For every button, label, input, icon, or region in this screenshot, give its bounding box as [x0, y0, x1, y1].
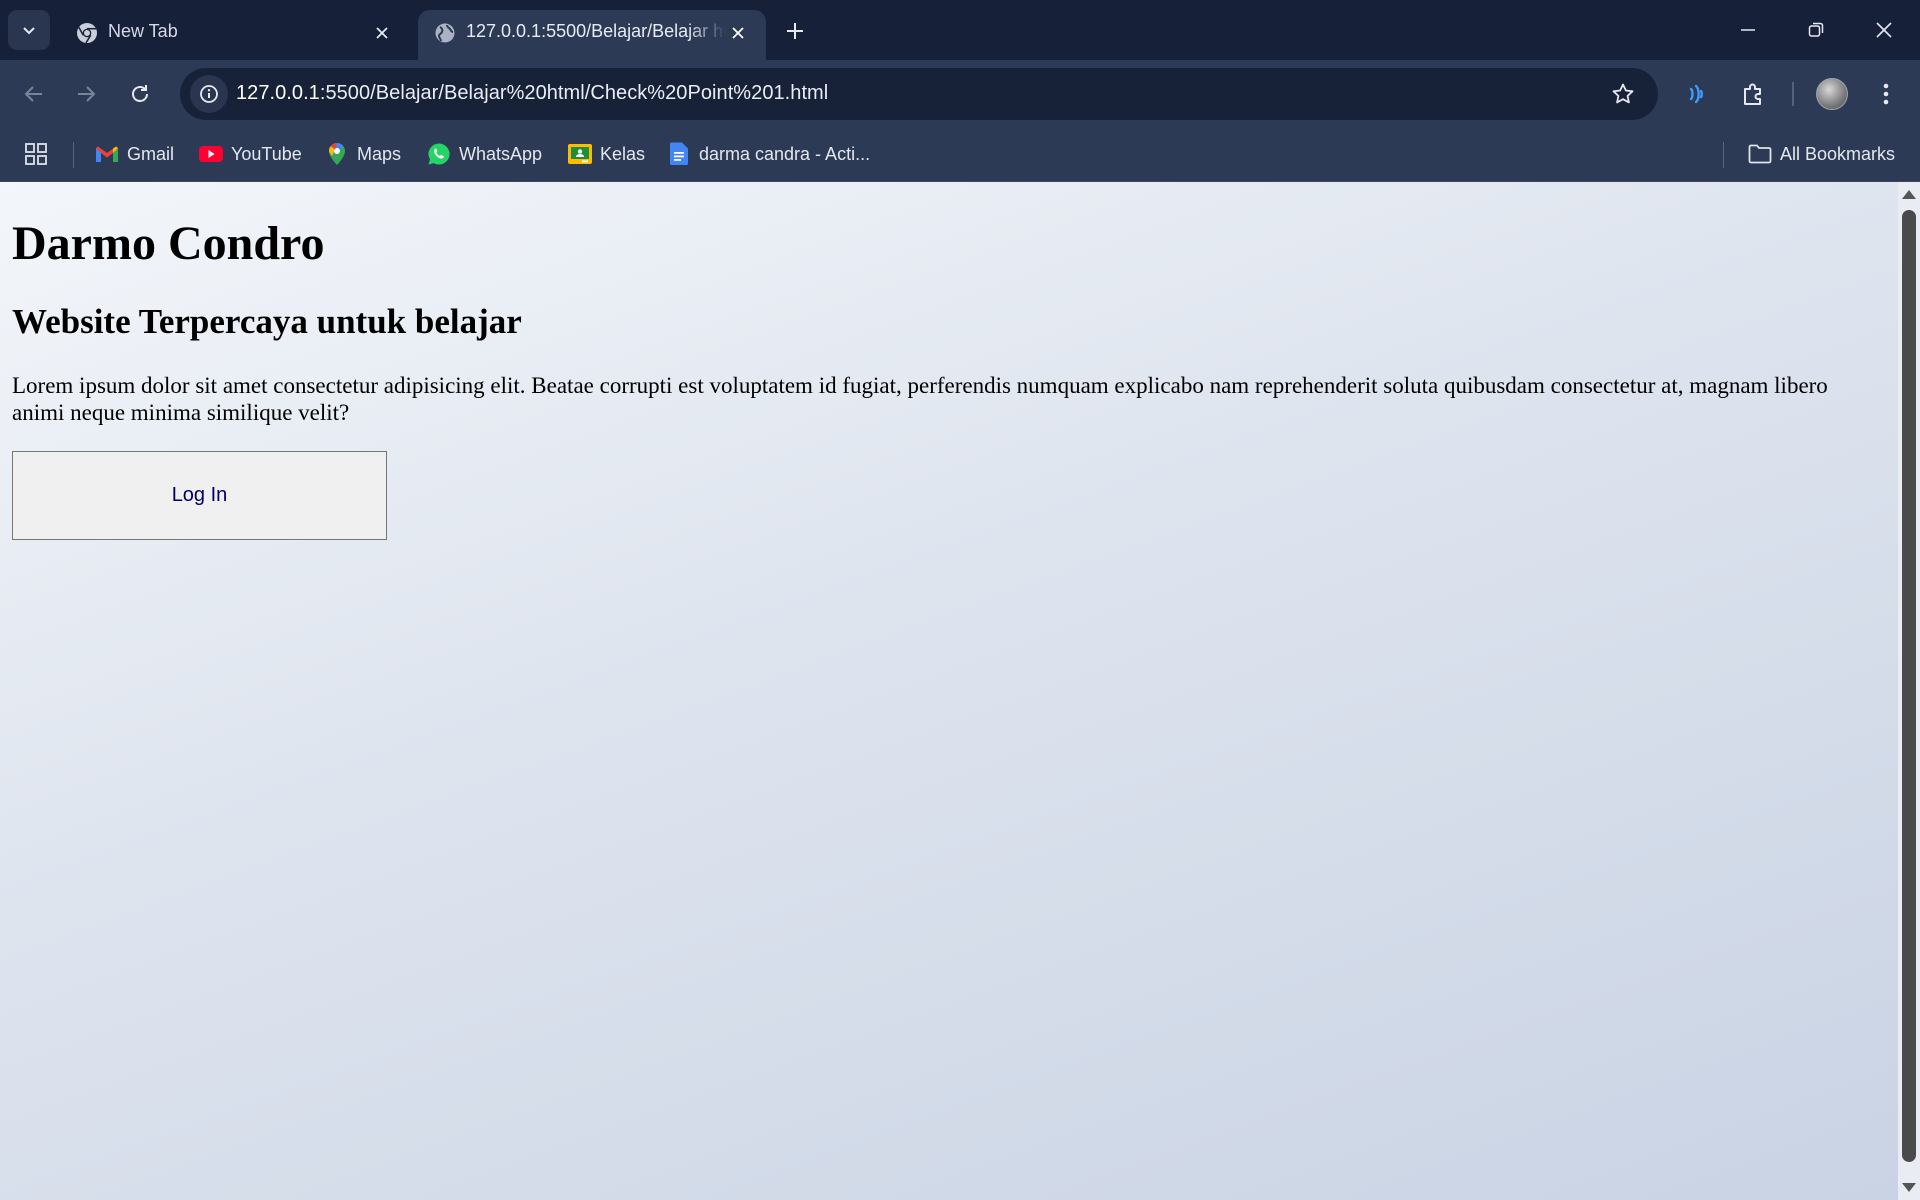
apps-grid-icon — [24, 142, 48, 166]
scroll-down-arrow-icon[interactable] — [1902, 1183, 1916, 1192]
page-paragraph: Lorem ipsum dolor sit amet consectetur a… — [12, 373, 1828, 425]
arrow-left-icon — [24, 86, 42, 102]
bookmark-darma-candra[interactable]: darma candra - Acti... — [667, 138, 870, 170]
tab-search-button[interactable] — [8, 10, 50, 50]
bookmark-label: darma candra - Acti... — [699, 143, 871, 164]
close-icon — [1876, 22, 1892, 38]
puzzle-icon — [1744, 83, 1761, 105]
page-title: Darmo Condro — [12, 217, 325, 270]
chevron-down-icon — [23, 27, 35, 35]
bookmark-whatsapp[interactable]: WhatsApp — [427, 138, 542, 170]
tab-new-tab[interactable]: New Tab — [60, 10, 410, 60]
whatsapp-icon — [427, 142, 451, 166]
bookmarks-bar: Gmail YouTube Maps WhatsApp Kelas darma … — [0, 128, 1920, 182]
read-aloud-icon — [1689, 84, 1703, 104]
bookmark-divider — [1723, 142, 1724, 168]
reload-icon — [132, 85, 148, 102]
close-icon[interactable] — [368, 19, 396, 47]
vertical-scrollbar[interactable] — [1898, 182, 1920, 1200]
url-host: 127.0.0.1 — [236, 82, 320, 104]
gmail-icon — [95, 142, 119, 166]
restore-icon — [1808, 22, 1824, 37]
bookmark-kelas[interactable]: Kelas — [568, 138, 645, 170]
page-subtitle: Website Terpercaya untuk belajar — [12, 302, 522, 341]
bookmark-youtube[interactable]: YouTube — [199, 138, 302, 170]
tab-strip: New Tab 127.0.0.1:5500/Belajar/Belajar h… — [0, 0, 1920, 60]
info-icon — [200, 85, 218, 103]
toolbar: 127.0.0.1:5500/Belajar/Belajar%20html/Ch… — [0, 60, 1920, 128]
close-icon[interactable] — [724, 19, 752, 47]
tab-title: 127.0.0.1:5500/Belajar/Belajar html/Chec… — [466, 21, 726, 41]
close-window-button[interactable] — [1850, 0, 1918, 60]
site-info-button[interactable] — [190, 75, 228, 113]
bookmark-divider — [73, 142, 74, 168]
login-button[interactable]: Log In — [12, 451, 387, 540]
url-text[interactable]: 127.0.0.1:5500/Belajar/Belajar%20html/Ch… — [236, 82, 828, 105]
bookmark-gmail[interactable]: Gmail — [95, 138, 174, 170]
youtube-icon — [199, 142, 223, 166]
bookmark-star-button[interactable] — [1608, 79, 1638, 109]
docs-icon — [667, 142, 691, 166]
folder-icon — [1748, 142, 1772, 166]
read-aloud-button[interactable] — [1677, 74, 1717, 114]
reload-button[interactable] — [120, 74, 160, 114]
scroll-thumb[interactable] — [1902, 210, 1916, 1162]
bookmark-label: WhatsApp — [459, 143, 543, 164]
scroll-up-arrow-icon[interactable] — [1902, 190, 1916, 199]
bookmark-label: Maps — [357, 143, 402, 164]
globe-icon — [432, 20, 458, 46]
back-button[interactable] — [14, 74, 54, 114]
tab-active-page[interactable]: 127.0.0.1:5500/Belajar/Belajar html/Chec… — [418, 10, 766, 60]
profile-avatar[interactable] — [1816, 78, 1848, 110]
star-icon — [1612, 83, 1634, 104]
minimize-icon — [1741, 29, 1755, 31]
page-viewport: Darmo Condro Website Terpercaya untuk be… — [0, 182, 1898, 1200]
bookmark-label: Kelas — [600, 143, 646, 164]
address-bar[interactable]: 127.0.0.1:5500/Belajar/Belajar%20html/Ch… — [180, 68, 1658, 120]
bookmark-maps[interactable]: Maps — [325, 138, 401, 170]
more-vertical-icon — [1883, 83, 1889, 105]
all-bookmarks-button[interactable]: All Bookmarks — [1748, 138, 1895, 170]
tab-title: New Tab — [108, 21, 178, 41]
url-path: :5500/Belajar/Belajar%20html/Check%20Poi… — [319, 82, 829, 104]
minimize-button[interactable] — [1714, 0, 1782, 60]
bookmark-label: Gmail — [127, 143, 175, 164]
new-tab-button[interactable] — [778, 14, 812, 48]
maps-icon — [325, 142, 349, 166]
arrow-right-icon — [78, 86, 96, 102]
bookmark-label: YouTube — [231, 143, 302, 164]
chrome-icon — [74, 20, 100, 46]
toolbar-divider — [1792, 82, 1794, 106]
forward-button[interactable] — [66, 74, 106, 114]
classroom-icon — [568, 142, 592, 166]
extensions-button[interactable] — [1734, 74, 1774, 114]
all-bookmarks-label: All Bookmarks — [1780, 143, 1896, 164]
plus-icon — [787, 23, 803, 39]
menu-button[interactable] — [1866, 74, 1906, 114]
apps-button[interactable] — [24, 138, 48, 170]
restore-button[interactable] — [1782, 0, 1850, 60]
